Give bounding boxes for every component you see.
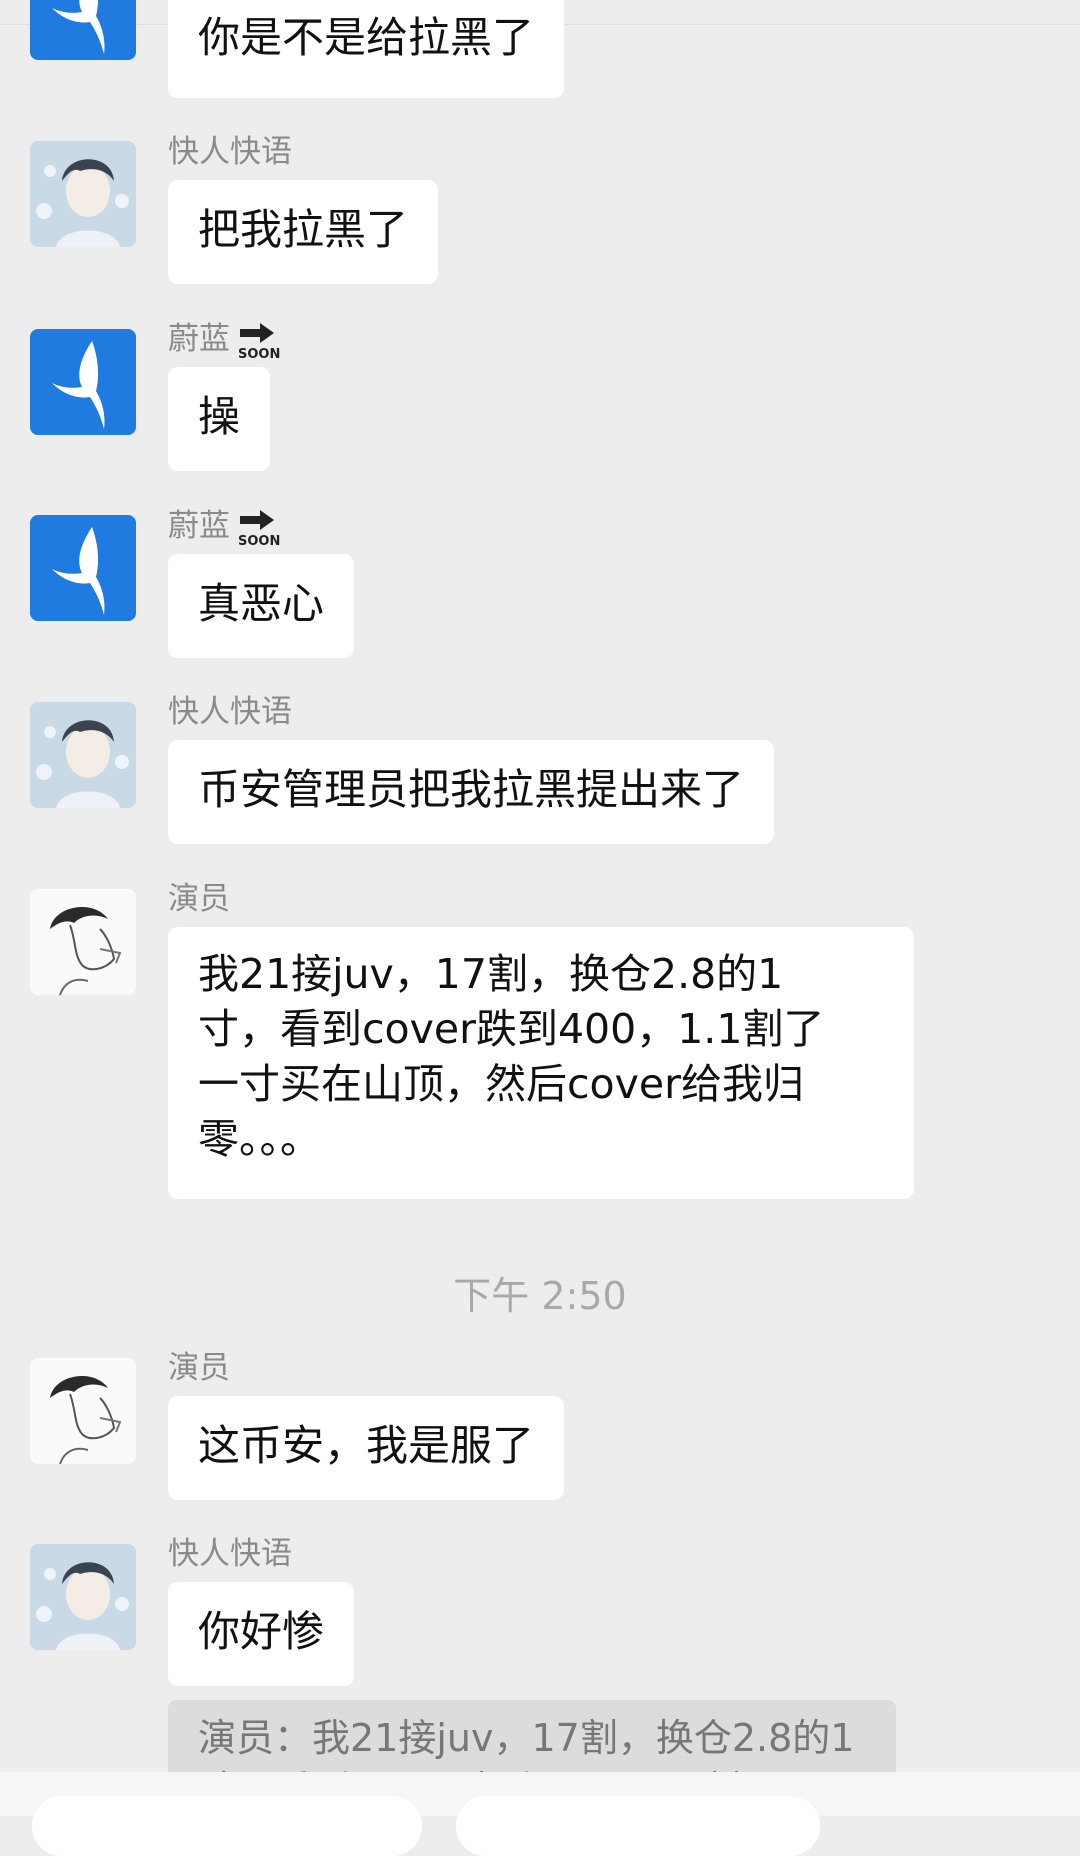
- sender-name-text: 蔚蓝: [168, 321, 230, 357]
- boy-avatar[interactable]: [30, 141, 136, 247]
- message-bubble[interactable]: 你是不是给拉黑了: [168, 0, 565, 98]
- bird-avatar[interactable]: [30, 0, 136, 60]
- soon-badge: SOON: [236, 321, 280, 361]
- message-line: 零。。。: [198, 1115, 321, 1163]
- input-pill-left[interactable]: [32, 1796, 422, 1856]
- message-line: 寸，看到cover跌到400，1.1割了: [198, 1005, 825, 1053]
- sketch-avatar[interactable]: [30, 1358, 136, 1464]
- boy-avatar[interactable]: [30, 1544, 136, 1650]
- message-text: 真恶心: [198, 579, 325, 628]
- message-bubble[interactable]: 我21接juv，17割，换仓2.8的1 寸，看到cover跌到400，1.1割了…: [168, 927, 914, 1199]
- message-bubble[interactable]: 把我拉黑了: [168, 180, 439, 284]
- message-bubble[interactable]: 真恶心: [168, 554, 355, 658]
- sender-name: 快人快语: [168, 694, 292, 730]
- message-bubble[interactable]: 你好惨: [168, 1582, 355, 1686]
- sender-name: 蔚蓝 SOON: [168, 319, 280, 361]
- chat-history[interactable]: 你是不是给拉黑了 快人快语 把我拉黑了 蔚蓝 SOON 操 蔚蓝 SOON 真恶…: [0, 0, 1080, 1772]
- sketch-avatar[interactable]: [30, 889, 136, 995]
- soon-badge-text: SOON: [238, 534, 280, 548]
- soon-badge-text: SOON: [238, 347, 280, 361]
- time-divider: 下午 2:50: [453, 1274, 627, 1318]
- message-text: 操: [198, 392, 241, 441]
- sender-name: 演员: [168, 881, 230, 917]
- boy-avatar[interactable]: [30, 702, 136, 808]
- soon-badge: SOON: [236, 508, 280, 548]
- sender-name: 演员: [168, 1350, 230, 1386]
- message-bubble[interactable]: 币安管理员把我拉黑提出来了: [168, 740, 775, 844]
- sender-name: 快人快语: [168, 1536, 292, 1572]
- message-text: 币安管理员把我拉黑提出来了: [198, 765, 745, 814]
- message-bubble[interactable]: 这币安，我是服了: [168, 1396, 565, 1500]
- quoted-message[interactable]: 演员：我21接juv，17割，换仓2.8的1 寸，看到cover跌到400，1.…: [168, 1700, 896, 1772]
- input-pill-right[interactable]: [456, 1796, 820, 1856]
- sender-name: 快人快语: [168, 134, 292, 170]
- sender-name-text: 蔚蓝: [168, 508, 230, 544]
- sender-name: 蔚蓝 SOON: [168, 506, 280, 548]
- message-text: 把我拉黑了: [198, 205, 409, 254]
- message-text: 这币安，我是服了: [198, 1421, 535, 1470]
- bird-avatar[interactable]: [30, 515, 136, 621]
- quoted-line: 寸，看到cover跌到400，1.1割了: [198, 1764, 866, 1772]
- message-line: 一寸买在山顶，然后cover给我归: [198, 1060, 804, 1108]
- message-bubble[interactable]: 操: [168, 367, 271, 471]
- quoted-line: 演员：我21接juv，17割，换仓2.8的1: [198, 1716, 855, 1760]
- message-text: 你好惨: [198, 1607, 325, 1656]
- bottom-input-bar: [0, 1772, 1080, 1856]
- bird-avatar[interactable]: [30, 329, 136, 435]
- message-text: 你是不是给拉黑了: [198, 13, 535, 62]
- message-line: 我21接juv，17割，换仓2.8的1: [198, 950, 784, 998]
